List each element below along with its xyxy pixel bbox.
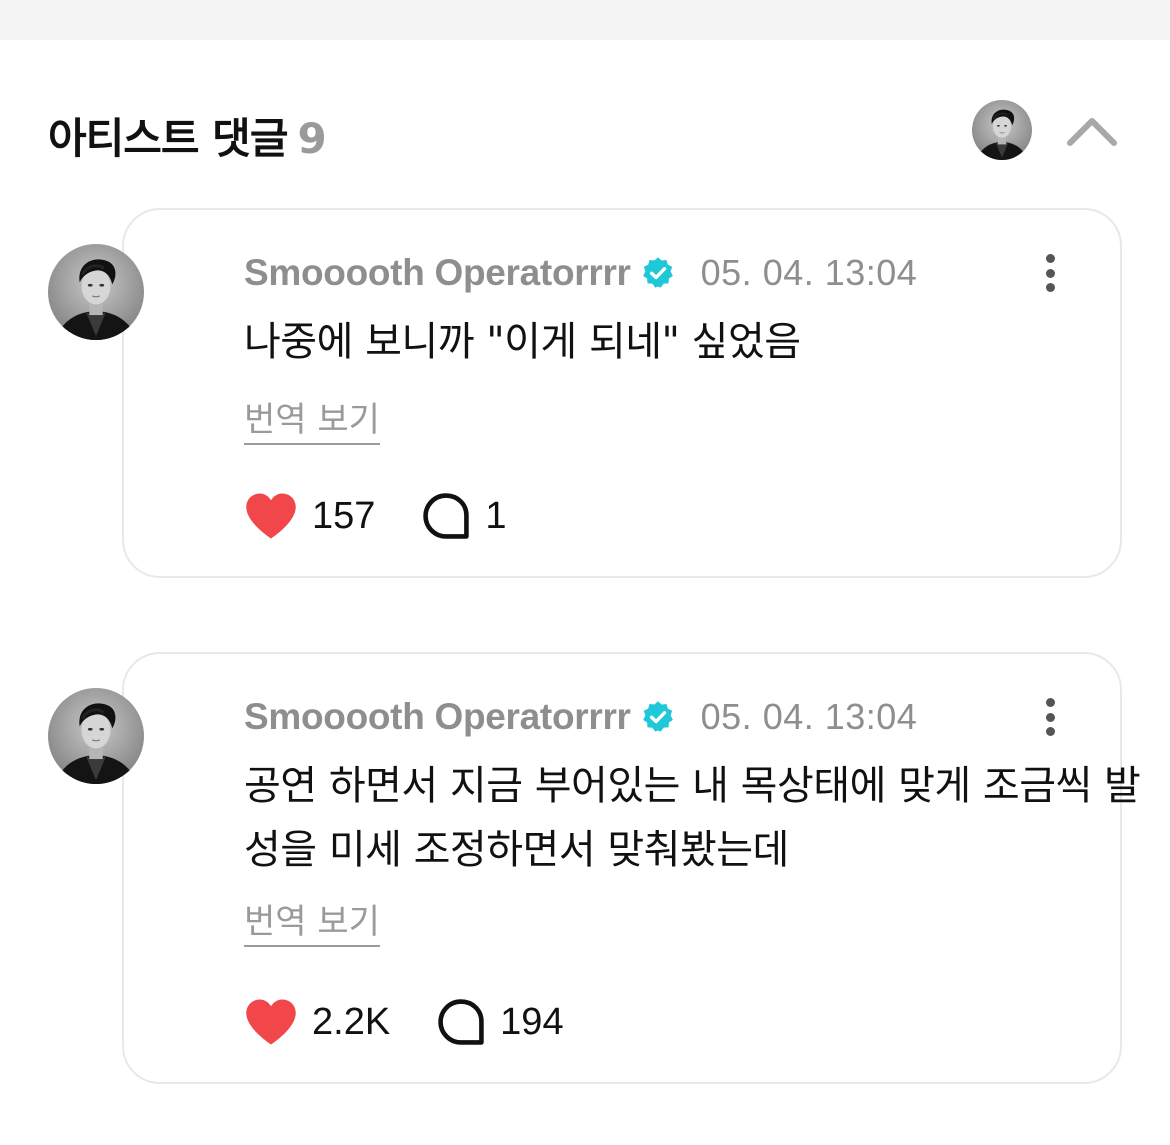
more-dot-icon xyxy=(1045,712,1055,722)
commenter-avatar[interactable] xyxy=(48,244,144,340)
avatar-image xyxy=(48,244,144,340)
comment-card: Smooooth Operatorrrr 05. 04. 13:04 나중에 보… xyxy=(122,208,1122,578)
more-options-button[interactable] xyxy=(1030,694,1070,740)
heart-icon xyxy=(244,997,298,1047)
like-button[interactable]: 157 xyxy=(244,491,375,541)
avatar-image xyxy=(48,688,144,784)
verified-badge-icon xyxy=(641,256,675,290)
more-options-button[interactable] xyxy=(1030,250,1070,296)
comment-actions: 157 1 xyxy=(244,488,507,544)
translate-link[interactable]: 번역 보기 xyxy=(244,392,380,445)
comment-header: Smooooth Operatorrrr 05. 04. 13:04 xyxy=(244,692,917,742)
more-dot-icon xyxy=(1045,268,1055,278)
reply-count: 194 xyxy=(500,1000,564,1043)
like-count: 2.2K xyxy=(312,1000,391,1043)
comment-text: 공연 하면서 지금 부어있는 내 목상태에 맞게 조금씩 발성을 미세 조정하면… xyxy=(244,763,1141,873)
more-dot-icon xyxy=(1045,727,1055,736)
comment-actions: 2.2K 194 xyxy=(244,994,564,1050)
comment-timestamp: 05. 04. 13:04 xyxy=(700,252,918,293)
comment-bubble-icon xyxy=(436,997,486,1047)
like-count: 157 xyxy=(312,494,376,537)
section-title: 아티스트 댓글 9 xyxy=(48,105,327,166)
commenter-avatar[interactable] xyxy=(48,688,144,784)
more-dot-icon xyxy=(1045,254,1055,263)
chevron-up-icon xyxy=(1067,118,1117,146)
comment-bubble-icon xyxy=(421,491,471,541)
comment-item: Smooooth Operatorrrr 05. 04. 13:04 공연 하면… xyxy=(48,652,1141,1084)
reply-button[interactable]: 194 xyxy=(436,997,564,1047)
more-dot-icon xyxy=(1045,283,1055,292)
comment-timestamp: 05. 04. 13:04 xyxy=(700,696,918,737)
more-dot-icon xyxy=(1045,698,1055,707)
reply-count: 1 xyxy=(485,494,507,537)
artist-avatar[interactable] xyxy=(972,100,1032,160)
reply-button[interactable]: 1 xyxy=(421,491,507,541)
comment-author[interactable]: Smooooth Operatorrrr xyxy=(244,252,631,294)
section-title-text: 아티스트 댓글 xyxy=(48,114,288,163)
comment-item: Smooooth Operatorrrr 05. 04. 13:04 나중에 보… xyxy=(48,208,1122,578)
collapse-button[interactable] xyxy=(1064,105,1120,155)
comment-count: 9 xyxy=(297,114,326,163)
artist-comments-header: 아티스트 댓글 9 xyxy=(48,95,1122,167)
heart-icon xyxy=(244,491,298,541)
avatar-image xyxy=(972,100,1032,160)
like-button[interactable]: 2.2K xyxy=(244,997,390,1047)
comment-text: 나중에 보니까 "이게 되네" 싶었음 xyxy=(244,319,801,365)
translate-link[interactable]: 번역 보기 xyxy=(244,894,380,947)
comment-header: Smooooth Operatorrrr 05. 04. 13:04 xyxy=(244,248,917,298)
top-divider-band xyxy=(0,0,1170,40)
comment-card: Smooooth Operatorrrr 05. 04. 13:04 공연 하면… xyxy=(122,652,1141,1084)
comment-author[interactable]: Smooooth Operatorrrr xyxy=(244,696,631,738)
verified-badge-icon xyxy=(641,700,675,734)
